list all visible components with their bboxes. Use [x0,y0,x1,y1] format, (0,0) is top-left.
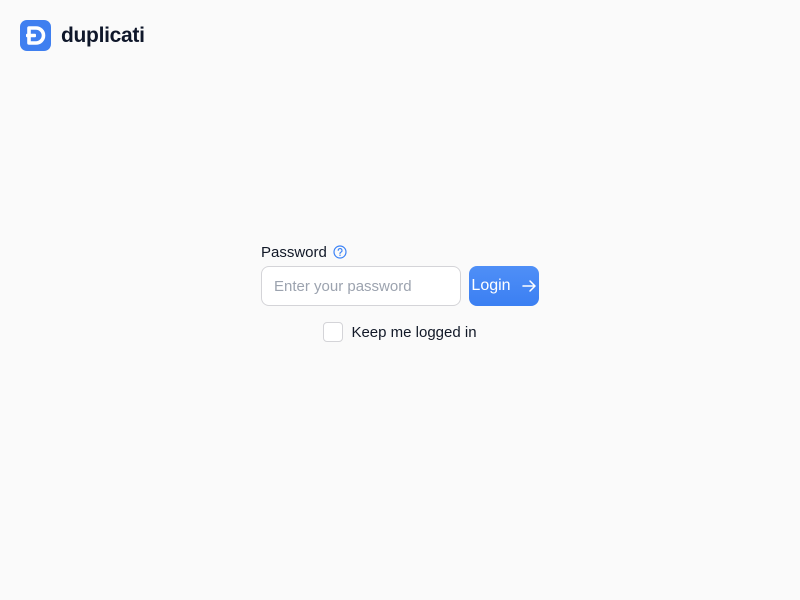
password-input[interactable] [261,266,461,306]
remember-me-row: Keep me logged in [261,322,539,342]
login-button[interactable]: Login [469,266,539,306]
password-label-row: Password [261,243,539,261]
password-label: Password [261,243,327,261]
login-form: Password Login Keep me logged in [261,243,539,342]
brand-header: duplicati [20,20,145,51]
remember-me-checkbox[interactable] [323,322,344,342]
remember-me-label[interactable]: Keep me logged in [351,324,476,341]
password-input-row: Login [261,266,539,306]
app-name: duplicati [61,23,145,47]
duplicati-logo-icon [20,20,51,51]
arrow-right-icon [521,280,536,292]
question-circle-icon[interactable] [333,245,347,259]
login-button-label: Login [471,277,511,294]
